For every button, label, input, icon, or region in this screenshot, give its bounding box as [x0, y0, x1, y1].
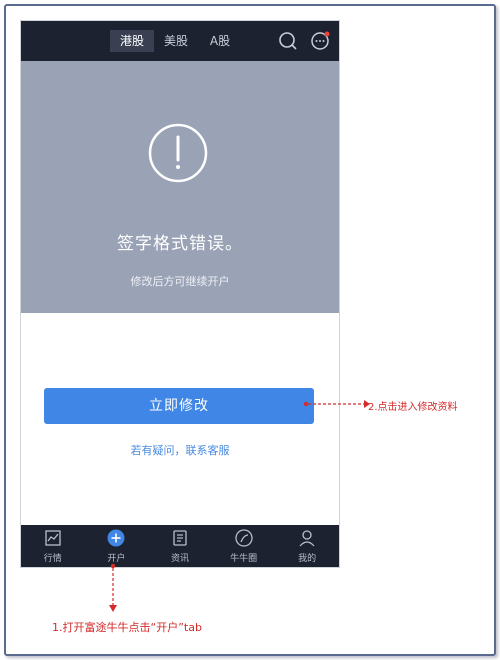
annotation-step2: 2.点击进入修改资料: [368, 402, 458, 413]
annotation-arrowhead-bottom: [109, 605, 117, 612]
annotation-dot-bottom: [110, 563, 116, 569]
annotation-dot-right: [303, 401, 309, 407]
annotation-arrows: [109, 400, 370, 612]
annotation-step1: 1.打开富途牛牛点击“开户”tab: [52, 621, 202, 634]
